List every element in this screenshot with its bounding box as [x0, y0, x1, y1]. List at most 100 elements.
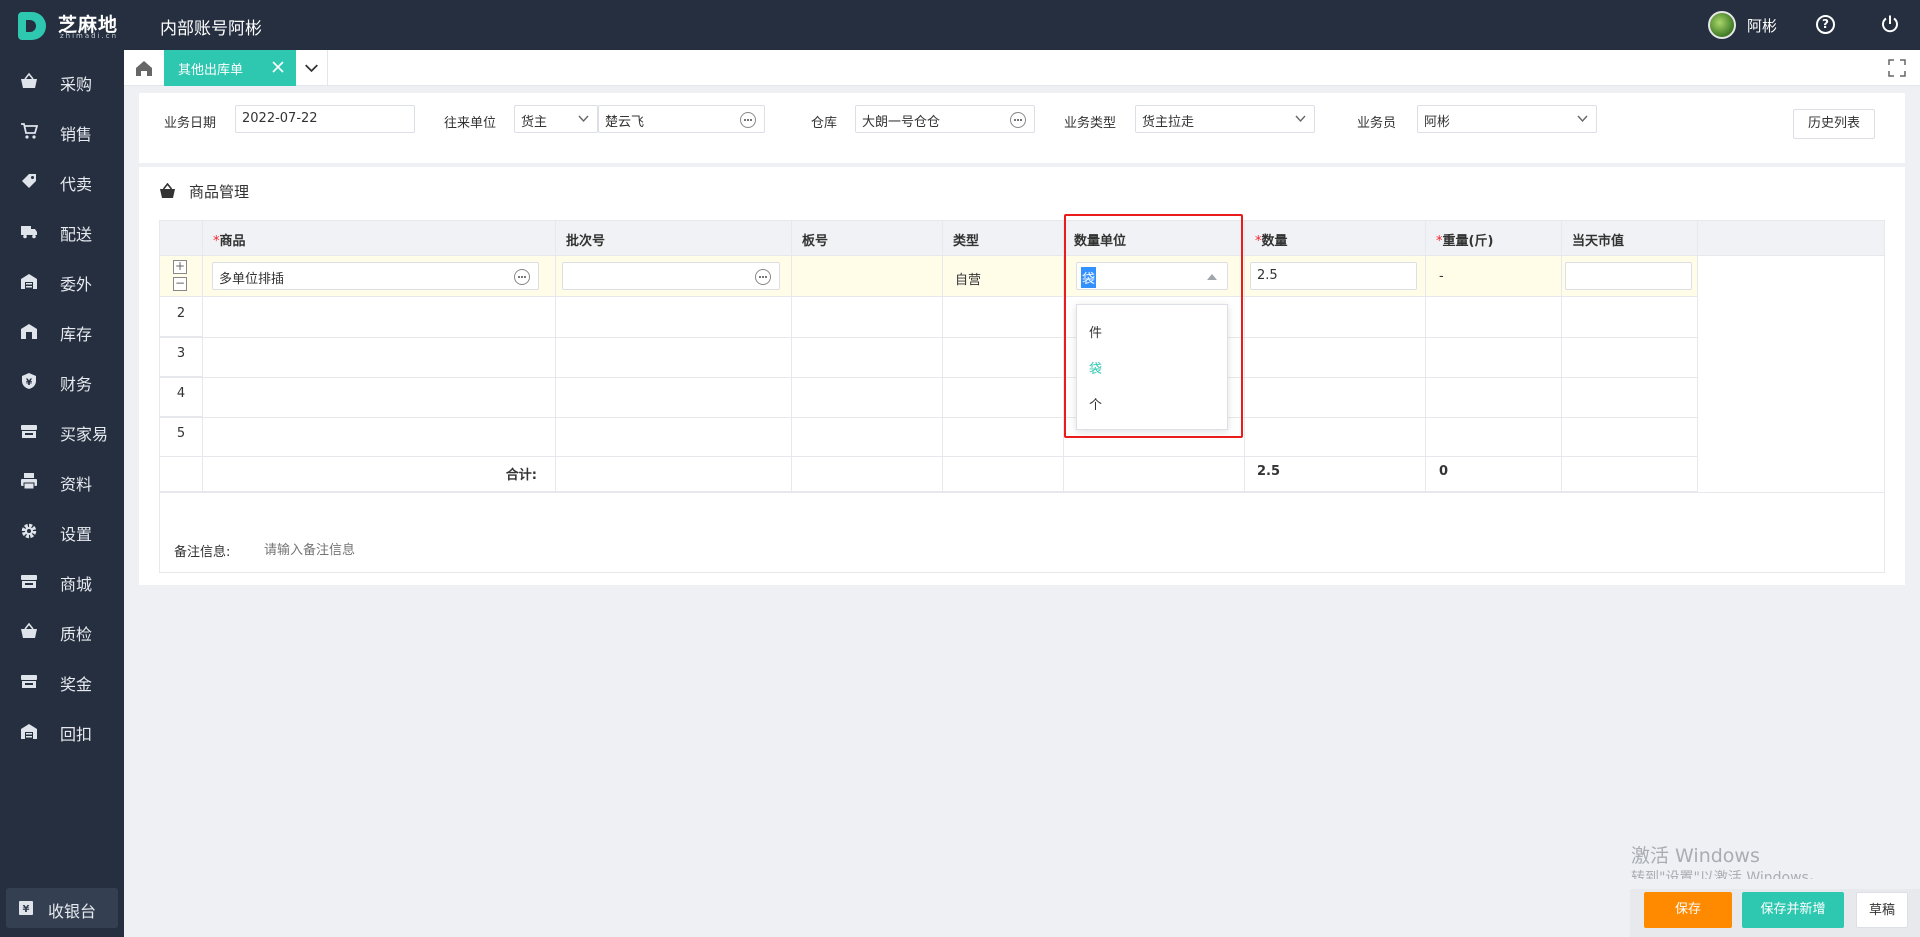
watermark-line2: 转到"设置"以激活 Windows。: [1631, 870, 1823, 879]
product-value: 多单位排插: [219, 272, 285, 287]
truck-icon: [21, 226, 37, 239]
shop-icon: [21, 675, 37, 688]
save-and-new-button[interactable]: 保存并新增: [1742, 892, 1844, 928]
sidebar-item-quality[interactable]: 质检: [0, 611, 124, 651]
sidebar-item-sales[interactable]: 销售: [0, 111, 124, 151]
tab-other-outbound[interactable]: 其他出库单: [164, 50, 296, 86]
avatar[interactable]: [1708, 11, 1736, 39]
remove-row-button[interactable]: −: [173, 277, 187, 291]
sidebar-item-label: 买家易: [60, 425, 109, 444]
tag-icon: [22, 174, 36, 188]
chevron-down-icon[interactable]: [296, 50, 328, 86]
total-weight: 0: [1439, 464, 1449, 479]
cashier-button[interactable]: ¥ 收银台: [6, 888, 118, 928]
total-quantity: 2.5: [1257, 464, 1281, 479]
sidebar-item-delivery[interactable]: 配送: [0, 211, 124, 251]
quantity-field[interactable]: 2.5: [1250, 262, 1417, 290]
more-icon[interactable]: [740, 112, 756, 128]
history-list-button[interactable]: 历史列表: [1793, 109, 1875, 139]
fullscreen-icon[interactable]: [1888, 59, 1906, 77]
sidebar-item-label: 委外: [60, 275, 93, 294]
sidebar-item-mall[interactable]: 商城: [0, 561, 124, 601]
date-field[interactable]: 2022-07-22: [235, 105, 415, 133]
warehouse-field[interactable]: 大朗一号仓仓: [855, 105, 1035, 133]
product-cell: 多单位排插: [203, 256, 556, 297]
total-weight-cell: 0: [1426, 457, 1562, 492]
sidebar-item-buyer[interactable]: 买家易: [0, 411, 124, 451]
svg-text:¥: ¥: [26, 378, 33, 388]
board-cell[interactable]: [792, 256, 943, 297]
salesman-select[interactable]: 阿彬: [1417, 105, 1597, 133]
quantity-cell: 2.5: [1245, 256, 1426, 297]
top-bar: 芝麻地 zhimadi.cn 内部账号阿彬 阿彬 ?: [0, 0, 1920, 50]
sidebar-item-data[interactable]: 资料: [0, 461, 124, 501]
biz-type-select[interactable]: 货主拉走: [1135, 105, 1315, 133]
warehouse-value: 大朗一号仓仓: [862, 115, 941, 130]
sidebar-item-consign[interactable]: 代卖: [0, 161, 124, 201]
power-icon[interactable]: [1880, 14, 1900, 34]
sidebar-item-purchase[interactable]: 采购: [0, 61, 124, 101]
basket-icon: [21, 622, 37, 638]
remark-input[interactable]: [260, 534, 860, 564]
header-filler: [1698, 221, 1884, 256]
sidebar-item-settings[interactable]: 设置: [0, 511, 124, 551]
more-icon[interactable]: [1010, 112, 1026, 128]
column-label: 当天市值: [1572, 234, 1625, 249]
user-name[interactable]: 阿彬: [1747, 15, 1777, 36]
row-divider: [160, 337, 1698, 338]
store-icon: [21, 324, 37, 339]
partner-label: 往来单位: [444, 116, 497, 131]
svg-text:¥: ¥: [23, 904, 30, 915]
product-field[interactable]: 多单位排插: [212, 262, 539, 290]
action-bar: 保存 保存并新增 草稿: [1630, 889, 1920, 937]
logo-sub: zhimadi.cn: [60, 32, 119, 40]
partner-type-select[interactable]: 货主: [514, 105, 598, 133]
cashier-label: 收银台: [48, 902, 97, 921]
sidebar-item-label: 奖金: [60, 675, 93, 694]
sidebar-item-bonus[interactable]: 奖金: [0, 661, 124, 701]
total-board: [792, 457, 943, 492]
batch-cell: [556, 256, 792, 297]
unit-option-ge[interactable]: 个: [1077, 387, 1227, 417]
more-icon[interactable]: [514, 269, 530, 285]
sidebar-item-outsource[interactable]: 委外: [0, 261, 124, 301]
sidebar-item-finance[interactable]: ¥ 财务: [0, 361, 124, 401]
help-icon[interactable]: ?: [1816, 15, 1835, 34]
header-quantity: *数量: [1245, 221, 1426, 256]
remark-row: 备注信息:: [159, 526, 1885, 573]
header-type: 类型: [943, 221, 1064, 256]
market-value-field[interactable]: [1565, 262, 1692, 290]
draft-button[interactable]: 草稿: [1856, 892, 1908, 928]
tab-label: 其他出库单: [178, 63, 244, 78]
sidebar-item-inventory[interactable]: 库存: [0, 311, 124, 351]
save-button[interactable]: 保存: [1644, 892, 1732, 928]
partner-name-field[interactable]: 楚云飞: [598, 105, 765, 133]
batch-field[interactable]: [562, 262, 780, 290]
close-icon[interactable]: [270, 59, 286, 75]
header-product: *商品: [203, 221, 556, 256]
date-label: 业务日期: [164, 116, 217, 131]
sidebar-item-label: 财务: [60, 375, 93, 394]
shop-icon: [21, 575, 37, 588]
printer-icon: [21, 473, 37, 490]
total-type: [943, 457, 1064, 492]
column-label: 类型: [953, 234, 980, 249]
unit-option-dai[interactable]: 袋: [1077, 351, 1227, 381]
row-divider: [160, 377, 1698, 378]
home-icon[interactable]: [124, 50, 164, 86]
sidebar-item-label: 代卖: [60, 175, 93, 194]
unit-option-jian[interactable]: 件: [1077, 315, 1227, 345]
more-icon[interactable]: [755, 269, 771, 285]
header-batch: 批次号: [556, 221, 792, 256]
add-row-button[interactable]: +: [173, 260, 187, 274]
total-label-cell: 合计:: [203, 457, 556, 492]
partner-name-value: 楚云飞: [605, 115, 645, 130]
unit-select[interactable]: 袋: [1076, 262, 1228, 290]
goods-panel: 商品管理 *商品 批次号 板号 类型 数量单位 *数量 *重量(斤) 当天市值 …: [139, 167, 1905, 585]
row-divider: [160, 417, 1698, 418]
column-label: 批次号: [566, 234, 606, 249]
column-label: 数量: [1261, 234, 1288, 249]
yen-shield-icon: ¥: [22, 373, 36, 389]
type-cell: 自营: [943, 256, 1064, 297]
sidebar-item-rebate[interactable]: 回扣: [0, 711, 124, 751]
